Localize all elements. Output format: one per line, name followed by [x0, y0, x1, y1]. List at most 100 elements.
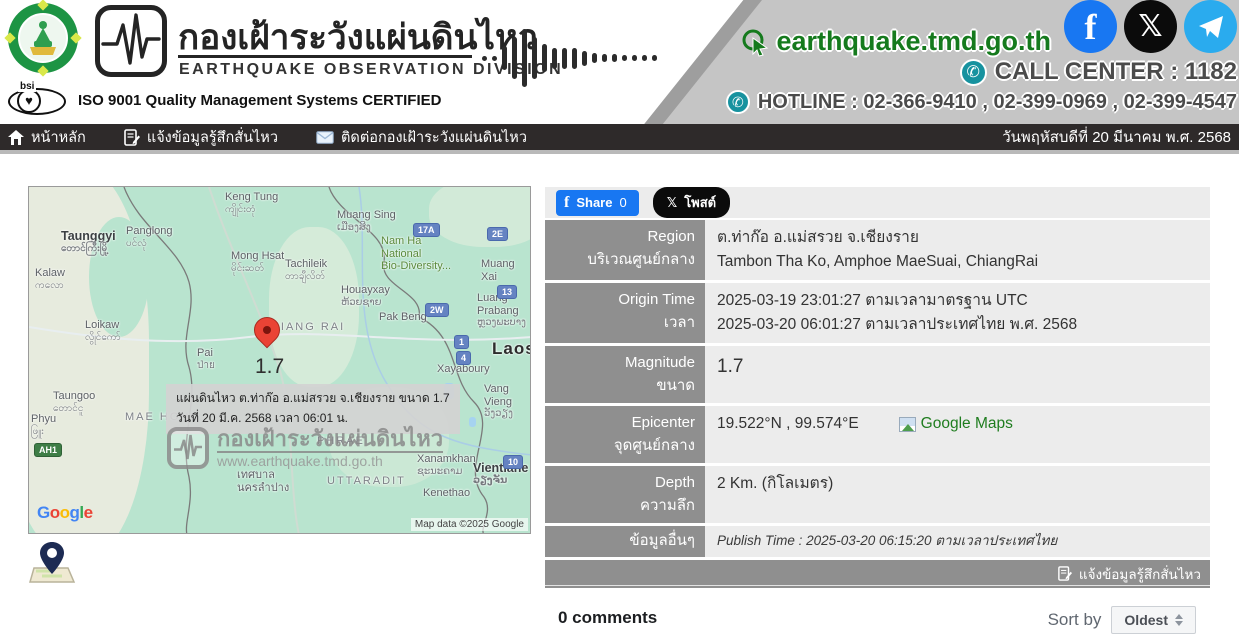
row-value-line: ต.ท่าก๊อ อ.แม่สรวย จ.เชียงราย [717, 226, 1210, 250]
telegram-icon[interactable] [1184, 0, 1237, 53]
facebook-share-button[interactable]: f Share 0 [556, 190, 639, 216]
main-navbar: หน้าหลัก แจ้งข้อมูลรู้สึกสั่นไหว ติดต่อก… [0, 124, 1239, 150]
place-name-local: ເມືອງສິງ [337, 222, 396, 234]
google-logo-letter: g [70, 503, 80, 522]
road-badge: 4 [456, 351, 471, 365]
nav-item-report-shaking[interactable]: แจ้งข้อมูลรู้สึกสั่นไหว [124, 126, 278, 149]
x-twitter-icon[interactable]: 𝕏 [1124, 0, 1177, 53]
watermark-title: กองเฝ้าระวังแผ่นดินไหว [217, 427, 443, 453]
waveform-bar [512, 37, 517, 79]
tmd-department-seal [8, 3, 78, 73]
place-name: Kalaw [35, 267, 65, 280]
place-name-local: ป่าย [197, 360, 215, 372]
audio-waveform-graphic [482, 28, 697, 88]
pin-magnitude-label: 1.7 [255, 355, 284, 379]
waveform-bar [552, 48, 557, 69]
map-place-label: Houayxayຫ້ວຍຊາຍ [341, 284, 390, 308]
road-badge: 2W [425, 303, 449, 317]
share-count: 0 [619, 195, 626, 210]
table-row-region: Regionบริเวณศูนย์กลาง ต.ท่าก๊อ อ.แม่สรวย … [545, 220, 1210, 280]
place-name-local: တောင်ငူ [53, 403, 95, 415]
facebook-f-icon: f [564, 194, 569, 212]
pin-inner-dot [261, 324, 272, 335]
waveform-bar [612, 54, 617, 62]
place-name: Muang Xai [481, 258, 530, 283]
road-badge: 13 [497, 285, 517, 299]
road-badge: 1 [454, 335, 469, 349]
road-badge: 2E [487, 227, 508, 241]
comments-count: 0 comments [558, 608, 657, 628]
place-name-local: မိုင်းဆတ် [231, 263, 284, 275]
place-name-local: ວັງວຽງ [484, 408, 530, 420]
nav-bottom-strip [0, 150, 1239, 154]
watermark-url: www.earthquake.tmd.go.th [217, 453, 443, 469]
report-shaking-footer-link[interactable]: แจ้งข้อมูลรู้สึกสั่นไหว [545, 560, 1210, 588]
waveform-bar [542, 44, 547, 72]
row-label: Depthความลึก [545, 466, 705, 523]
report-icon [1058, 566, 1072, 581]
facebook-icon[interactable]: f [1064, 0, 1117, 53]
row-label-th: ขนาด [545, 375, 695, 398]
place-name: Laos [492, 339, 531, 359]
waveform-bar [622, 55, 627, 61]
google-maps-link[interactable]: Google Maps [899, 412, 1013, 436]
title-divider [178, 55, 472, 58]
call-center-text: CALL CENTER : 1182 [995, 58, 1237, 86]
nav-item-label: แจ้งข้อมูลรู้สึกสั่นไหว [147, 126, 278, 149]
waveform-bar [532, 37, 537, 79]
place-name: Vang Vieng [484, 383, 530, 408]
view-on-map-icon[interactable] [28, 540, 76, 584]
waveform-bar [652, 55, 657, 61]
sort-arrows-icon [1175, 614, 1183, 626]
row-value-line: 1.7 [717, 352, 1210, 381]
place-name-local: ပင်လုံ [126, 238, 173, 250]
phone-icon: ✆ [960, 59, 987, 86]
comments-divider [545, 585, 1210, 586]
place-name-local: ຫ້ວຍຊາຍ [341, 297, 390, 309]
map-place-label: เทศบาล นครลำปาง [237, 469, 289, 494]
row-value: 2 Km. (กิโลเมตร) [705, 466, 1210, 523]
mail-icon [316, 131, 334, 144]
row-value: Publish Time : 2025-03-20 06:15:20 ตามเว… [705, 526, 1210, 557]
road-badge: AH1 [34, 443, 62, 457]
place-name: Loikaw [85, 319, 121, 332]
waveform-bar [592, 53, 597, 63]
row-value-line: 2025-03-19 23:01:27 ตามเวลามาตรฐาน UTC [717, 289, 1210, 313]
hotline: ✆ HOTLINE : 02-366-9410 , 02-399-0969 , … [726, 90, 1237, 114]
map-place-label: Keng Tungကျိုင်းတုံ [225, 191, 278, 215]
map-place-label: Muang Singເມືອງສິງ [337, 209, 396, 233]
earthquake-map[interactable]: Keng Tungကျိုင်းတုံ Muang Singເມືອງສິງ Tau… [28, 186, 531, 534]
sort-select-dropdown[interactable]: Oldest [1111, 606, 1196, 634]
info-line1: แผ่นดินไหว ต.ท่าก๊อ อ.แม่สรวย จ.เชียงราย… [176, 389, 450, 409]
row-value-line: 19.522°N , 99.574°E [717, 412, 859, 436]
waveform-bar [632, 55, 637, 61]
waveform-bar [522, 29, 527, 87]
nav-item-home[interactable]: หน้าหลัก [8, 126, 86, 149]
waveform-bar [582, 51, 587, 66]
site-url-text[interactable]: earthquake.tmd.go.th [776, 26, 1051, 57]
map-place-label: Loikawလွိုင်ကော် [85, 319, 121, 343]
waveform-bar [482, 56, 487, 61]
comments-sort: Sort by Oldest [1048, 606, 1196, 634]
road-badge: 17A [413, 223, 440, 237]
waveform-bar [572, 48, 577, 69]
row-label-th: ความลึก [545, 495, 695, 518]
map-place-label: UTTARADIT [327, 475, 406, 488]
google-logo-letter: e [84, 503, 93, 522]
map-place-label: Muang Xai [481, 258, 530, 283]
place-name: UTTARADIT [327, 475, 406, 488]
map-place-label: Taungooတောင်ငူ [53, 390, 95, 414]
x-post-button[interactable]: 𝕏 โพสต์ [653, 187, 730, 218]
nav-item-contact[interactable]: ติดต่อกองเฝ้าระวังแผ่นดินไหว [316, 126, 527, 149]
table-row-other: ข้อมูลอื่นๆPublish Time : 2025-03-20 06:… [545, 526, 1210, 557]
row-value: 19.522°N , 99.574°E Google Maps [705, 406, 1210, 463]
deity-figure [26, 17, 60, 59]
row-label: Regionบริเวณศูนย์กลาง [545, 220, 705, 280]
place-name: Kenethao [423, 487, 470, 500]
place-name: Keng Tung [225, 191, 278, 204]
row-value: 2025-03-19 23:01:27 ตามเวลามาตรฐาน UTC20… [705, 283, 1210, 343]
place-name-local: ကလော [35, 280, 65, 292]
map-thumbnail-icon [899, 417, 916, 432]
site-url[interactable]: earthquake.tmd.go.th [740, 26, 1051, 57]
google-logo[interactable]: Google [37, 503, 93, 523]
